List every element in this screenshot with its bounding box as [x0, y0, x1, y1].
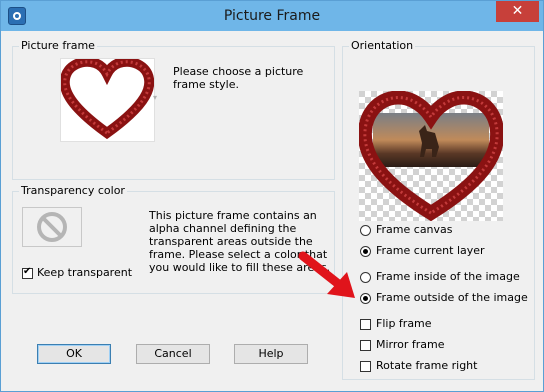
orientation-group: Orientation Frame canvas Frame current l… — [342, 39, 535, 380]
heart-frame-preview-image — [357, 90, 505, 222]
heart-frame-thumbnail-icon — [59, 56, 155, 140]
rotate-frame-right-checkbox[interactable] — [360, 361, 371, 372]
transparency-color-group: Transparency color This picture frame co… — [12, 184, 335, 294]
frame-style-instruction: Please choose a picture frame style. — [173, 65, 304, 91]
frame-inside-image-radio[interactable] — [360, 272, 371, 283]
frame-current-layer-radio[interactable] — [360, 246, 371, 257]
keep-transparent-label: Keep transparent — [37, 266, 133, 279]
cancel-button[interactable]: Cancel — [136, 344, 210, 364]
orientation-legend: Orientation — [349, 39, 416, 52]
picture-frame-dialog: Picture Frame ✕ Picture frame ▾ Please c… — [0, 0, 544, 392]
ok-button[interactable]: OK — [37, 344, 111, 364]
mirror-frame-checkbox[interactable] — [360, 340, 371, 351]
orientation-preview — [357, 90, 505, 222]
frame-current-layer-label: Frame current layer — [376, 244, 485, 257]
frame-outside-image-label: Frame outside of the image — [376, 291, 528, 304]
transparency-color-legend: Transparency color — [19, 184, 127, 197]
frame-style-thumbnail[interactable] — [59, 56, 155, 142]
annotation-arrow-icon — [298, 251, 355, 298]
window-title: Picture Frame — [223, 8, 321, 24]
frame-inside-image-label: Frame inside of the image — [376, 270, 520, 283]
close-button[interactable]: ✕ — [496, 1, 539, 22]
no-color-icon — [37, 212, 67, 242]
keep-transparent-checkbox[interactable] — [22, 266, 33, 279]
frame-outside-image-radio[interactable] — [360, 293, 371, 304]
frame-canvas-radio[interactable] — [360, 225, 371, 236]
flip-frame-label: Flip frame — [376, 317, 432, 330]
frame-canvas-label: Frame canvas — [376, 223, 453, 236]
flip-frame-checkbox[interactable] — [360, 319, 371, 330]
help-button[interactable]: Help — [234, 344, 308, 364]
title-bar: Picture Frame ✕ — [1, 1, 543, 31]
rotate-frame-right-label: Rotate frame right — [376, 359, 478, 372]
color-swatch[interactable] — [22, 207, 82, 247]
picture-frame-group: Picture frame ▾ Please choose a picture … — [12, 39, 335, 180]
mirror-frame-label: Mirror frame — [376, 338, 445, 351]
dropdown-arrow-icon[interactable]: ▾ — [153, 93, 157, 102]
picture-frame-legend: Picture frame — [19, 39, 97, 52]
